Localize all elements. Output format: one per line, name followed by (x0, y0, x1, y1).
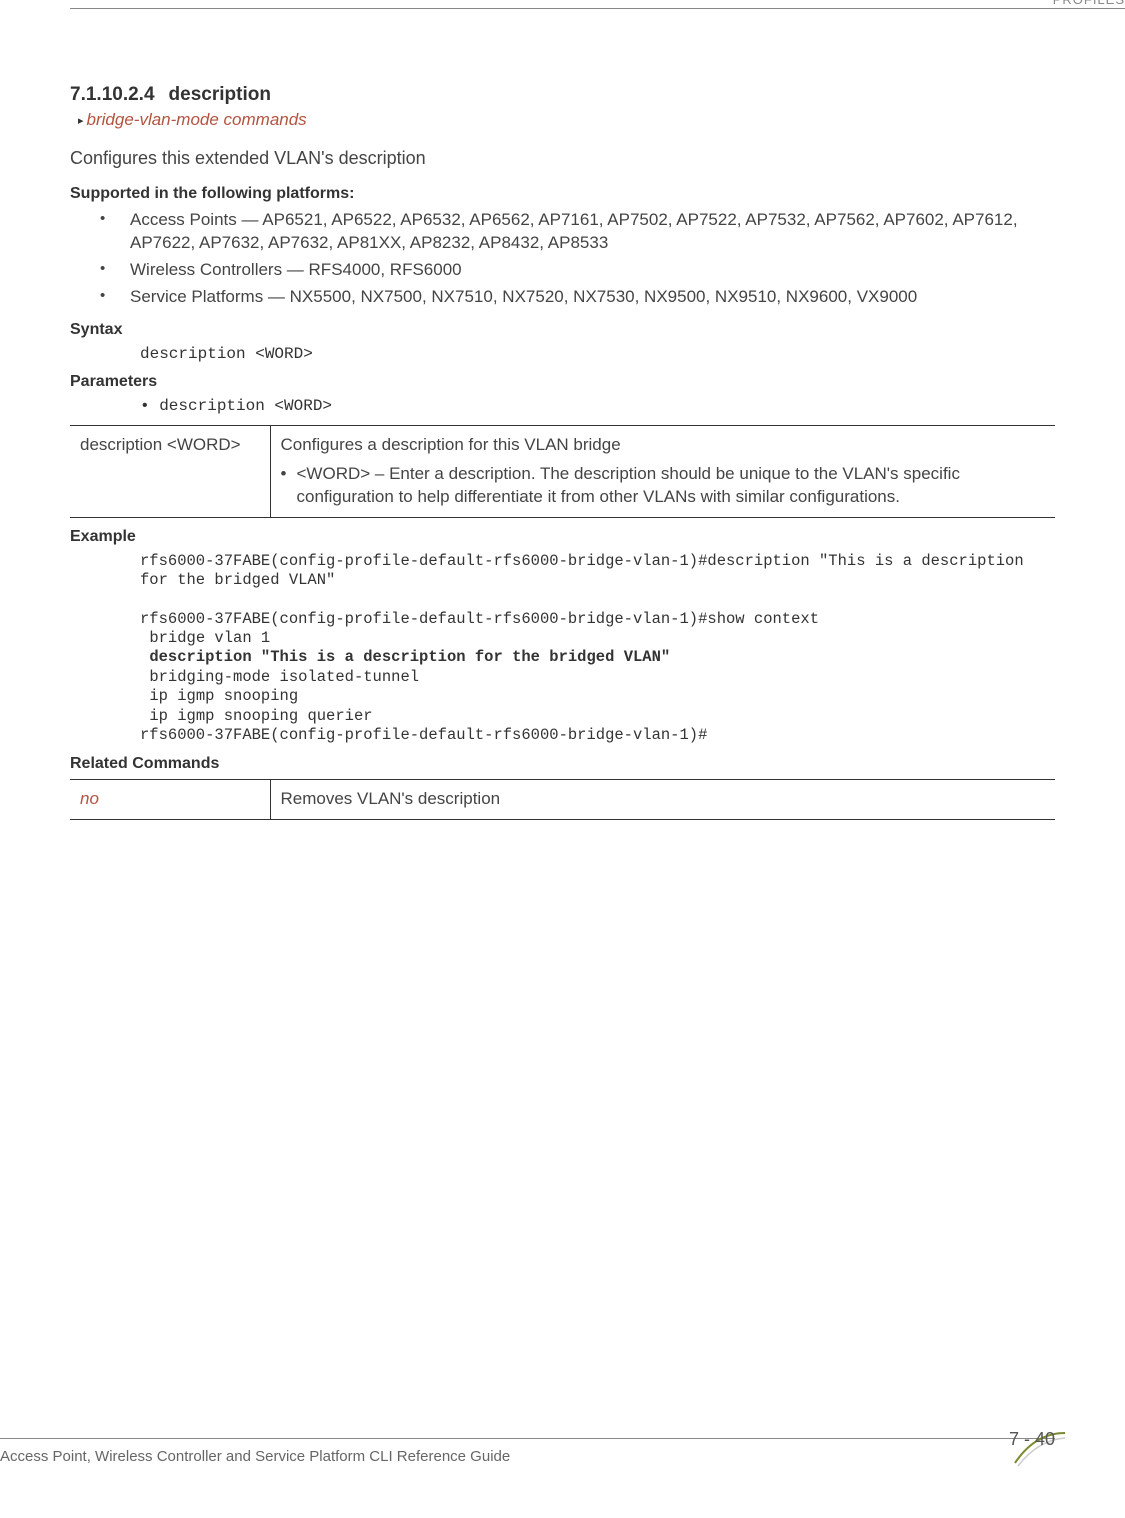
example-heading: Example (70, 528, 1055, 546)
example-code: rfs6000-37FABE(config-profile-default-rf… (140, 552, 1055, 746)
related-desc: Removes VLAN's description (270, 780, 1055, 820)
param-sub: <WORD> – Enter a description. The descri… (281, 463, 1046, 509)
parameters-heading: Parameters (70, 373, 1055, 391)
example-line: rfs6000-37FABE(config-profile-default-rf… (140, 610, 819, 628)
breadcrumb-link[interactable]: bridge-vlan-mode commands (78, 110, 1055, 130)
example-line: bridging-mode isolated-tunnel (140, 668, 419, 686)
page-content: 7.1.10.2.4 description bridge-vlan-mode c… (0, 30, 1125, 820)
example-line: rfs6000-37FABE(config-profile-default-rf… (140, 552, 1033, 589)
example-line: bridge vlan 1 (140, 629, 270, 647)
param-key: description <WORD> (70, 425, 270, 517)
header-label: PROFILES (1047, 0, 1125, 7)
section-title: description (169, 84, 271, 105)
table-row: description <WORD> Configures a descript… (70, 425, 1055, 517)
platforms-heading: Supported in the following platforms: (70, 185, 1055, 203)
example-line: rfs6000-37FABE(config-profile-default-rf… (140, 726, 707, 744)
example-line: ip igmp snooping querier (140, 707, 373, 725)
list-item: Access Points — AP6521, AP6522, AP6532, … (100, 209, 1055, 255)
param-desc: Configures a description for this VLAN b… (281, 434, 1046, 457)
page-header: PROFILES (0, 0, 1125, 30)
page-number: 7 - 40 (1009, 1429, 1055, 1450)
section-number: 7.1.10.2.4 (70, 84, 155, 105)
header-rule (70, 8, 1125, 9)
related-key[interactable]: no (70, 780, 270, 820)
parameters-table: description <WORD> Configures a descript… (70, 425, 1055, 518)
page-footer: Access Point, Wireless Controller and Se… (0, 1438, 1125, 1488)
param-desc-cell: Configures a description for this VLAN b… (270, 425, 1055, 517)
list-item: Service Platforms — NX5500, NX7500, NX75… (100, 286, 1055, 309)
example-line: ip igmp snooping (140, 687, 298, 705)
footer-rule (0, 1438, 1055, 1439)
section-heading: 7.1.10.2.4 description (70, 84, 1055, 106)
footer-text: Access Point, Wireless Controller and Se… (0, 1448, 510, 1465)
table-row: no Removes VLAN's description (70, 780, 1055, 820)
syntax-heading: Syntax (70, 321, 1055, 339)
related-table: no Removes VLAN's description (70, 779, 1055, 820)
section-intro: Configures this extended VLAN's descript… (70, 148, 1055, 169)
list-item: Wireless Controllers — RFS4000, RFS6000 (100, 259, 1055, 282)
platforms-list: Access Points — AP6521, AP6522, AP6532, … (100, 209, 1055, 309)
parameters-bullet: description <WORD> (140, 397, 1055, 415)
syntax-code: description <WORD> (140, 345, 1055, 363)
example-line-bold: description "This is a description for t… (140, 648, 670, 666)
related-heading: Related Commands (70, 755, 1055, 773)
